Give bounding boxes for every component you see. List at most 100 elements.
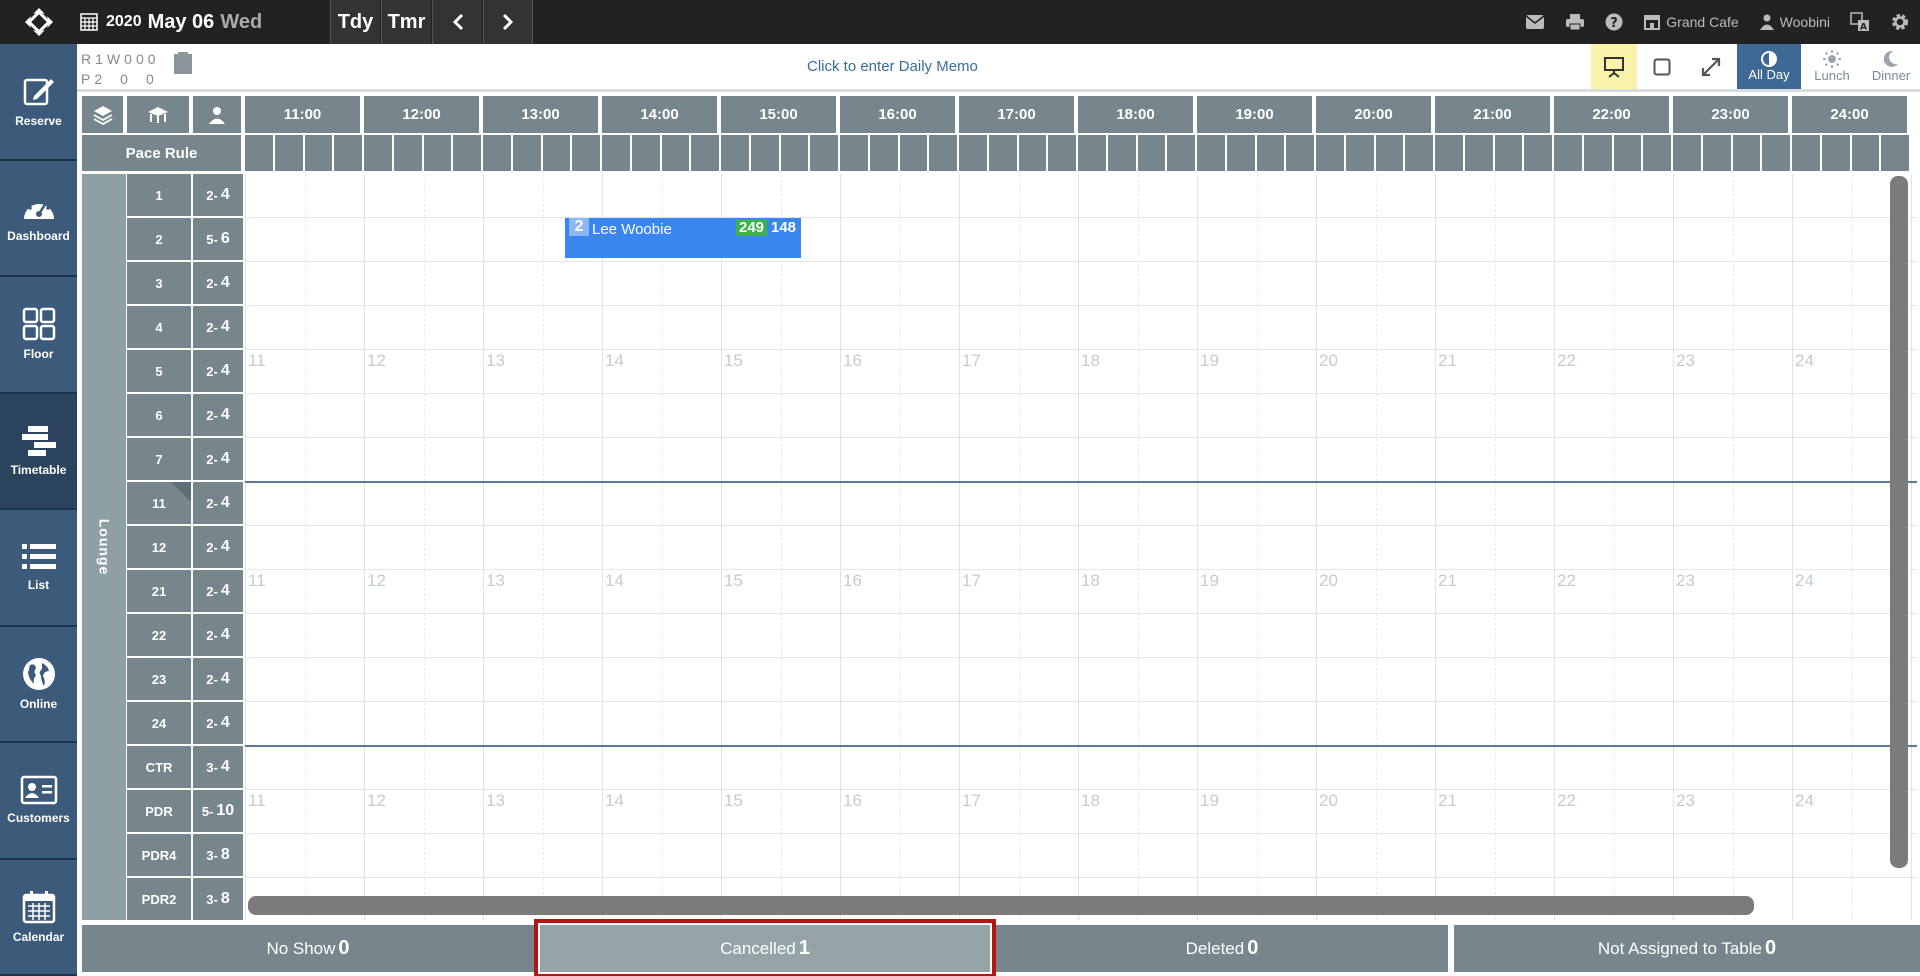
nav-dashboard[interactable]: Dashboard xyxy=(0,160,77,277)
memo-note-button[interactable] xyxy=(173,51,193,80)
pace-rule-cell[interactable] xyxy=(1018,135,1049,171)
mail-button[interactable] xyxy=(1525,14,1545,30)
table-sort-button[interactable] xyxy=(127,96,191,133)
capacity-sort-button[interactable] xyxy=(193,96,243,133)
table-name[interactable]: 24 xyxy=(127,702,191,744)
print-button[interactable] xyxy=(1565,13,1585,31)
table-name[interactable]: 6 xyxy=(127,394,191,436)
pace-rule-cell[interactable] xyxy=(1494,135,1525,171)
cancelled-tab[interactable]: Cancelled 1 xyxy=(534,919,996,976)
nav-floor[interactable]: Floor xyxy=(0,277,77,394)
pace-rule-cell[interactable] xyxy=(840,135,870,171)
pace-rule-cell[interactable] xyxy=(1286,135,1316,171)
user-menu[interactable]: Woobini xyxy=(1759,14,1830,30)
nav-calendar[interactable]: Calendar xyxy=(0,859,77,976)
next-day-button[interactable] xyxy=(483,0,533,44)
not-assigned-tab[interactable]: Not Assigned to Table 0 xyxy=(1454,925,1920,972)
pace-rule-cell[interactable] xyxy=(780,135,811,171)
venue-selector[interactable]: Grand Cafe xyxy=(1643,14,1739,30)
pace-rule-cell[interactable] xyxy=(1792,135,1822,171)
nav-timetable[interactable]: Timetable xyxy=(0,393,77,510)
tomorrow-button[interactable]: Tmr xyxy=(381,0,431,44)
pace-rule-cell[interactable] xyxy=(483,135,513,171)
nav-list[interactable]: List xyxy=(0,510,77,627)
pace-rule-cell[interactable] xyxy=(899,135,930,171)
pace-rule-cell[interactable] xyxy=(1881,135,1911,171)
pace-rule-cell[interactable] xyxy=(721,135,751,171)
table-name[interactable]: PDR xyxy=(127,790,191,832)
pace-rule-cell[interactable] xyxy=(1048,135,1078,171)
pace-rule-cell[interactable] xyxy=(245,135,275,171)
language-button[interactable]: A xyxy=(1850,12,1870,32)
pace-rule-cell[interactable] xyxy=(1583,135,1614,171)
pace-rule-cell[interactable] xyxy=(1554,135,1584,171)
pace-rule-cell[interactable] xyxy=(1732,135,1763,171)
pace-rule-cell[interactable] xyxy=(1464,135,1495,171)
pace-rule-cell[interactable] xyxy=(1316,135,1346,171)
table-name[interactable]: 5 xyxy=(127,350,191,392)
daily-memo[interactable]: Click to enter Daily Memo xyxy=(807,58,978,75)
pace-rule-cell[interactable] xyxy=(1643,135,1673,171)
pace-rule-cell[interactable] xyxy=(1435,135,1465,171)
pace-rule-cell[interactable] xyxy=(1078,135,1108,171)
pace-rule-cell[interactable] xyxy=(929,135,959,171)
today-button[interactable]: Tdy xyxy=(330,0,380,44)
pace-rule-cell[interactable] xyxy=(334,135,364,171)
pace-rule-cell[interactable] xyxy=(1375,135,1406,171)
pace-rule-cell[interactable] xyxy=(1405,135,1435,171)
table-name[interactable]: PDR4 xyxy=(127,834,191,876)
pace-rule-cell[interactable] xyxy=(1137,135,1168,171)
pace-rule-cell[interactable] xyxy=(453,135,483,171)
pace-rule-cell[interactable] xyxy=(1613,135,1644,171)
table-name[interactable]: 22 xyxy=(127,614,191,656)
previous-day-button[interactable] xyxy=(432,0,482,44)
date-selector[interactable]: 2020 May 06 Wed xyxy=(80,0,262,44)
table-name[interactable]: 4 xyxy=(127,306,191,348)
pace-rule-cell[interactable] xyxy=(542,135,573,171)
table-name[interactable]: PDR2 xyxy=(127,878,191,920)
pace-rule-cell[interactable] xyxy=(304,135,335,171)
nav-online[interactable]: Online xyxy=(0,626,77,743)
pace-rule-cell[interactable] xyxy=(1702,135,1733,171)
table-name[interactable]: 23 xyxy=(127,658,191,700)
pace-rule-cell[interactable] xyxy=(393,135,424,171)
pace-rule-cell[interactable] xyxy=(1256,135,1287,171)
help-button[interactable]: ? xyxy=(1605,13,1623,31)
pace-rule-cell[interactable] xyxy=(1107,135,1138,171)
reservation-block[interactable]: 2 Lee Woobie 249 148 xyxy=(565,218,801,258)
nav-customers[interactable]: Customers xyxy=(0,743,77,860)
pace-rule-cell[interactable] xyxy=(869,135,900,171)
fullscreen-button[interactable] xyxy=(1689,44,1733,89)
select-toggle-button[interactable] xyxy=(1640,44,1684,89)
pace-rule-cell[interactable] xyxy=(631,135,662,171)
horizontal-scrollbar[interactable] xyxy=(248,896,1754,915)
presentation-view-button[interactable] xyxy=(1591,44,1637,89)
pace-rule-cell[interactable] xyxy=(274,135,305,171)
pace-rule-cell[interactable] xyxy=(1762,135,1792,171)
pace-rule-cell[interactable] xyxy=(691,135,721,171)
pace-rule-cell[interactable] xyxy=(423,135,454,171)
no-show-tab[interactable]: No Show 0 xyxy=(82,925,534,972)
vertical-scrollbar[interactable] xyxy=(1890,176,1908,868)
pace-rule-cell[interactable] xyxy=(661,135,692,171)
pace-rule-cell[interactable] xyxy=(1524,135,1554,171)
pace-rule-cell[interactable] xyxy=(1851,135,1882,171)
timetable-grid[interactable]: 11 12 13 14 15 16 17 18 19 20 21 22 23 24 11 12 13 14 15 16… xyxy=(245,174,1917,920)
pace-rule-cell[interactable] xyxy=(810,135,840,171)
layers-button[interactable] xyxy=(82,96,125,133)
pace-rule-cell[interactable] xyxy=(1197,135,1227,171)
dinner-button[interactable]: Dinner xyxy=(1863,44,1919,89)
pace-rule-cell[interactable] xyxy=(988,135,1019,171)
pace-rule-cell[interactable] xyxy=(1226,135,1257,171)
table-name[interactable]: 3 xyxy=(127,262,191,304)
pace-rule-cell[interactable] xyxy=(572,135,602,171)
pace-rule-cell[interactable] xyxy=(1821,135,1852,171)
pace-rule-cell[interactable] xyxy=(959,135,989,171)
table-name[interactable]: CTR xyxy=(127,746,191,788)
app-logo[interactable] xyxy=(0,0,77,44)
table-name[interactable]: 2 xyxy=(127,218,191,260)
pace-rule-cell[interactable] xyxy=(1167,135,1197,171)
pace-rule-cell[interactable] xyxy=(750,135,781,171)
lunch-button[interactable]: Lunch xyxy=(1803,44,1861,89)
table-name[interactable]: 1 xyxy=(127,174,191,216)
